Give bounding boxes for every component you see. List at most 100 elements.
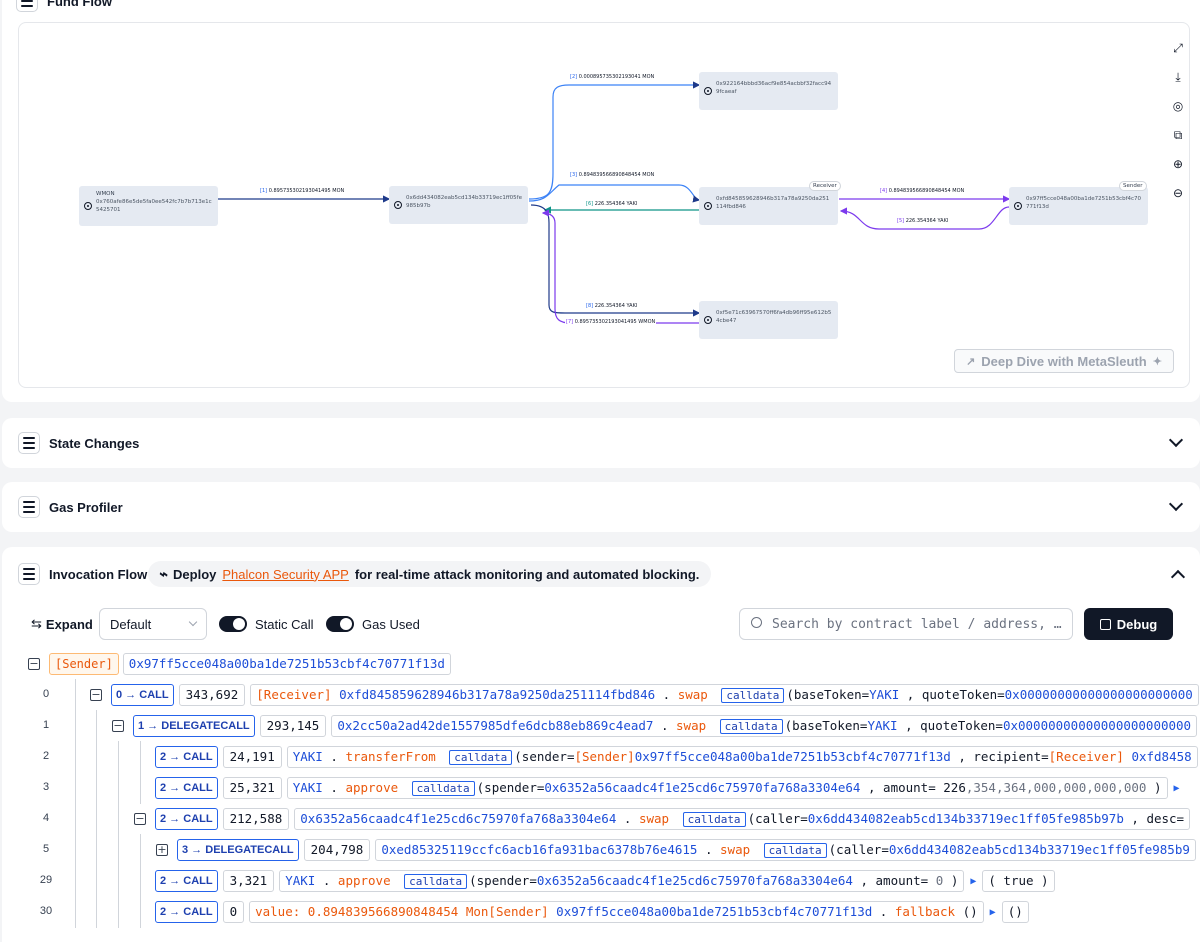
calldata-badge[interactable]: calldata: [721, 688, 785, 703]
phalcon-app-link[interactable]: Phalcon Security APP: [222, 567, 348, 582]
gas-used: 212,588: [222, 808, 290, 830]
fund-flow-card: WMON 0x760afe86e5de5fa0ee542fc7b7b713e1c…: [2, 0, 1200, 402]
trace-row[interactable]: 0 − 0 → CALL 343,692 [Receiver] 0xfd8458…: [0, 679, 1200, 711]
toggle-switch[interactable]: [219, 616, 247, 632]
gas-used: 25,321: [222, 777, 282, 799]
calldata-badge[interactable]: calldata: [404, 874, 468, 889]
expand-icon[interactable]: +: [156, 844, 168, 856]
section-title: State Changes: [49, 435, 140, 451]
menu-icon: [16, 0, 38, 12]
call-type-badge: 2 → CALL: [155, 808, 218, 830]
return-value: (): [1001, 901, 1029, 923]
calldata-badge[interactable]: calldata: [411, 781, 475, 796]
node-router[interactable]: 0x6dd434082eab5cd134b33719ec1ff05fe985b9…: [389, 186, 528, 224]
target-address[interactable]: 0x2cc50a2ad42de1557985dfe6dcb88eb869c4ea…: [337, 718, 653, 733]
row-number: 5: [42, 843, 50, 855]
trace-row[interactable]: 29 2 → CALL 3,321 YAKI . approve calldat…: [0, 865, 1200, 897]
node-icon: [704, 87, 712, 95]
node-icon: [704, 316, 712, 324]
gas-profiler-card[interactable]: Gas Profiler: [2, 482, 1200, 532]
node-icon: [84, 202, 92, 210]
calldata-badge[interactable]: calldata: [449, 750, 513, 765]
node-wmon[interactable]: WMON 0x760afe86e5de5fa0ee542fc7b7b713e1c…: [79, 186, 218, 226]
expand-icon[interactable]: ⤢: [1170, 40, 1186, 56]
chevron-down-icon[interactable]: [1168, 432, 1184, 448]
copy-icon[interactable]: ⧉: [1170, 127, 1186, 143]
node-top[interactable]: 0x922164bbbd36acf9e854acbbf32facc949fcae…: [699, 72, 838, 110]
call-content: YAKI . approve calldata (spender=0x6352a5…: [279, 870, 965, 892]
target-address[interactable]: 0x6352a56caadc4f1e25cd6c75970fa768a3304e…: [300, 811, 616, 826]
node-address: 0x6dd434082eab5cd134b33719ec1ff05fe985b9…: [406, 195, 522, 209]
row-number: 3: [42, 781, 50, 793]
root-address[interactable]: 0x97ff5cce048a00ba1de7251b53cbf4c70771f1…: [122, 653, 451, 675]
function-name[interactable]: swap: [639, 811, 669, 826]
gas-used: 293,145: [259, 715, 327, 737]
return-value: ( true ): [982, 870, 1055, 892]
zoom-in-icon[interactable]: ⊕: [1170, 156, 1186, 172]
function-name[interactable]: swap: [678, 687, 708, 702]
state-changes-card[interactable]: State Changes: [2, 418, 1200, 468]
node-sender[interactable]: 0x97ff5cce048a00ba1de7251b53cbf4c70771f1…: [1009, 187, 1148, 225]
gas-used: 204,798: [303, 839, 371, 861]
call-content: 0x2cc50a2ad42de1557985dfe6dcb88eb869c4ea…: [331, 715, 1198, 737]
function-name[interactable]: transferFrom: [345, 749, 435, 764]
fund-flow-canvas[interactable]: WMON 0x760afe86e5de5fa0ee542fc7b7b713e1c…: [18, 22, 1190, 388]
calldata-badge[interactable]: calldata: [719, 719, 783, 734]
gas-used: 3,321: [222, 870, 275, 892]
call-type-badge: 1 → DELEGATECALL: [133, 715, 255, 737]
call-content: 0x6352a56caadc4f1e25cd6c75970fa768a3304e…: [294, 808, 1191, 830]
gas-used: 24,191: [222, 746, 282, 768]
collapse-icon[interactable]: −: [134, 813, 146, 825]
expand-return-icon[interactable]: ▶: [990, 907, 996, 918]
target-token[interactable]: YAKI: [293, 749, 323, 764]
deep-dive-button[interactable]: ↗ Deep Dive with MetaSleuth ✦: [954, 349, 1174, 373]
static-call-toggle[interactable]: Static Call: [219, 608, 314, 640]
download-icon[interactable]: ⤓: [1170, 69, 1186, 85]
trace-row[interactable]: 30 2 → CALL 0 value: 0.89483956689084845…: [0, 896, 1200, 928]
invocation-trace: − [Sender] 0x97ff5cce048a00ba1de7251b53c…: [0, 648, 1200, 938]
target-token[interactable]: YAKI: [293, 780, 323, 795]
function-name[interactable]: approve: [338, 873, 391, 888]
expand-control[interactable]: ⇆ Expand: [31, 608, 93, 640]
expand-return-icon[interactable]: ▶: [1174, 783, 1180, 794]
trace-row[interactable]: 2 2 → CALL 24,191 YAKI . transferFrom ca…: [0, 741, 1200, 773]
node-address: 0xfd845859628946b317a78a9250da251114fbd8…: [716, 196, 830, 210]
sender-tag: Sender: [1119, 181, 1147, 191]
target-address[interactable]: 0xed85325119ccfc6acb16fa931bac6378b76e46…: [381, 842, 697, 857]
function-name[interactable]: swap: [676, 718, 706, 733]
edge-label-2: [2] 0.000895735302193041 MON: [569, 74, 656, 80]
target-icon[interactable]: ◎: [1170, 98, 1186, 114]
section-title: Fund Flow: [47, 0, 112, 9]
trace-row[interactable]: 3 2 → CALL 25,321 YAKI . approve calldat…: [0, 772, 1200, 804]
debug-button[interactable]: Debug: [1084, 608, 1173, 640]
target-token[interactable]: YAKI: [285, 873, 315, 888]
zoom-out-icon[interactable]: ⊖: [1170, 185, 1186, 201]
collapse-icon[interactable]: −: [90, 689, 102, 701]
trace-row[interactable]: 4 − 2 → CALL 212,588 0x6352a56caadc4f1e2…: [0, 803, 1200, 835]
calldata-badge[interactable]: calldata: [682, 812, 746, 827]
node-icon: [704, 202, 712, 210]
collapse-icon[interactable]: −: [112, 720, 124, 732]
expand-return-icon[interactable]: ▶: [970, 876, 976, 887]
chevron-down-icon[interactable]: [1168, 496, 1184, 512]
gas-used: 0: [222, 901, 245, 923]
node-bottom[interactable]: 0xf5e71c63967570ff6fa4db96ff95e612b54cbe…: [699, 301, 838, 339]
gas-used-toggle[interactable]: Gas Used: [326, 608, 420, 640]
expand-level-select[interactable]: Default: [99, 608, 207, 640]
function-name[interactable]: approve: [345, 780, 398, 795]
call-type-badge: 2 → CALL: [155, 777, 218, 799]
menu-icon: [18, 563, 40, 585]
collapse-icon[interactable]: −: [28, 658, 40, 670]
function-name[interactable]: swap: [720, 842, 750, 857]
node-receiver[interactable]: 0xfd845859628946b317a78a9250da251114fbd8…: [699, 187, 838, 225]
trace-row[interactable]: 5 + 3 → DELEGATECALL 204,798 0xed8532511…: [0, 834, 1200, 866]
trace-row[interactable]: 1 − 1 → DELEGATECALL 293,145 0x2cc50a2ad…: [0, 710, 1200, 742]
calldata-badge[interactable]: calldata: [763, 843, 827, 858]
target-address[interactable]: 0xfd845859628946b317a78a9250da251114fbd8…: [339, 687, 655, 702]
target-address[interactable]: 0x97ff5cce048a00ba1de7251b53cbf4c70771f1…: [556, 904, 872, 919]
search-input[interactable]: Search by contract label / address, …: [739, 608, 1073, 640]
toggle-switch[interactable]: [326, 616, 354, 632]
edge-label-5: [5] 226.354364 YAKI: [896, 218, 950, 224]
call-type-badge: 0 → CALL: [111, 684, 174, 706]
function-name[interactable]: fallback: [895, 904, 955, 919]
